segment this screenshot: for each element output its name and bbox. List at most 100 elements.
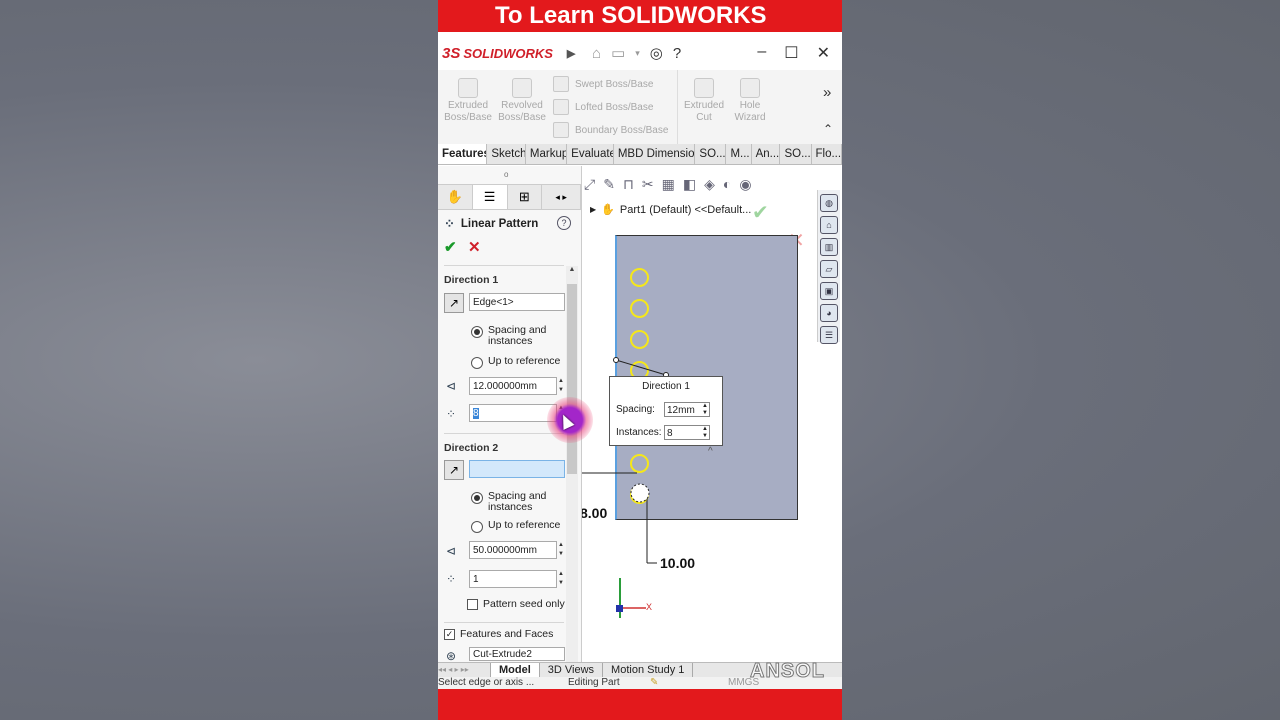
- cancel-button[interactable]: ✕: [468, 238, 481, 256]
- hole-wizard-icon: [740, 78, 760, 98]
- maximize-icon[interactable]: ☐: [784, 43, 798, 63]
- feature-title: ⁘ Linear Pattern: [444, 216, 539, 231]
- tab-3d-views[interactable]: 3D Views: [540, 663, 604, 677]
- watermark-text: ANSOL: [750, 660, 825, 683]
- user-icon[interactable]: ◎: [650, 44, 663, 62]
- graphics-viewport[interactable]: ⤢ ✎ ⊓ ✂ ▦ ◧ ◈ ◐ ◉ ▶ ✋ Part1 (Default) <<…: [582, 166, 842, 662]
- dir1-spacing-radio[interactable]: Spacing and instances: [471, 325, 558, 347]
- tab-so-2[interactable]: SO...: [780, 144, 812, 164]
- extruded-cut-button[interactable]: Extruded Cut: [680, 78, 728, 124]
- manager-tabs: ✋ ☰ ⊞ ◂ ▸: [438, 184, 581, 210]
- view-palette-icon[interactable]: ▣: [820, 282, 838, 300]
- divider: [444, 433, 564, 434]
- callout-instances-input[interactable]: 8 ▲ ▼: [664, 425, 710, 440]
- resources-icon[interactable]: ◍: [820, 194, 838, 212]
- config-manager-tab[interactable]: ⊞: [508, 185, 543, 209]
- lofted-boss-button[interactable]: Lofted Boss/Base: [553, 99, 653, 115]
- help-icon[interactable]: ?: [557, 216, 571, 230]
- tab-features[interactable]: Features: [438, 144, 488, 164]
- callout-collapse-icon[interactable]: ^: [708, 446, 713, 457]
- direction1-header[interactable]: Direction 1: [444, 274, 498, 286]
- callout-title: Direction 1: [642, 381, 690, 392]
- folder-icon[interactable]: ▱: [820, 260, 838, 278]
- dimension-bottom[interactable]: 10.00: [660, 555, 695, 571]
- property-manager-tab[interactable]: ☰: [472, 185, 508, 209]
- help-icon[interactable]: ?: [673, 45, 681, 62]
- dir1-spacing-field[interactable]: 12.000000mm: [469, 377, 557, 395]
- status-message: Select edge or axis ...: [438, 677, 535, 688]
- feature-tree-tab[interactable]: ✋: [438, 185, 473, 209]
- appearances-icon[interactable]: ◕: [820, 304, 838, 322]
- window-controls: – ☐ ✕: [757, 43, 830, 63]
- sweep-icon: [553, 76, 569, 92]
- cut-icon: [694, 78, 714, 98]
- tab-motion-study[interactable]: Motion Study 1: [603, 663, 694, 677]
- tab-markup[interactable]: Markup: [526, 144, 568, 164]
- dir2-instances-spinner[interactable]: ▲ ▼: [557, 570, 565, 588]
- command-tabs: Features Sketch Markup Evaluate MBD Dime…: [438, 144, 842, 165]
- reverse-direction2-icon[interactable]: ↗: [444, 460, 464, 480]
- callout-instances-row: Instances: 8 ▲ ▼: [616, 425, 710, 440]
- dir2-reference-radio[interactable]: Up to reference: [471, 520, 560, 533]
- dir2-instances-field[interactable]: 1: [469, 570, 557, 588]
- menu-arrow-icon[interactable]: ▶: [567, 47, 575, 60]
- features-faces-checkbox[interactable]: ✓ Features and Faces: [444, 628, 553, 640]
- instances-icon: ⁘: [446, 407, 457, 421]
- extrude-icon: [458, 78, 478, 98]
- tab-evaluate[interactable]: Evaluate: [567, 144, 614, 164]
- tab-model[interactable]: Model: [491, 663, 540, 677]
- revolved-boss-button[interactable]: Revolved Boss/Base: [498, 78, 546, 124]
- dir2-spacing-radio[interactable]: Spacing and instances: [471, 491, 558, 513]
- app-frame: To Learn SOLIDWORKS 3S SOLIDWORKS ▶ ⌂ ▭ …: [438, 0, 842, 720]
- tab-scroll-arrows[interactable]: ◂◂ ◂ ▸ ▸▸: [438, 663, 491, 677]
- tab-so-1[interactable]: SO...: [695, 144, 727, 164]
- tab-m[interactable]: M...: [726, 144, 752, 164]
- close-icon[interactable]: ✕: [817, 43, 830, 63]
- tab-nav-arrows[interactable]: ◂ ▸: [542, 185, 581, 209]
- dropdown-icon[interactable]: ▾: [635, 48, 640, 59]
- spacing-icon: ⊲: [446, 379, 457, 393]
- pattern-seed-only-checkbox[interactable]: Pattern seed only: [467, 598, 565, 610]
- swept-boss-button[interactable]: Swept Boss/Base: [553, 76, 653, 92]
- hole-wizard-button[interactable]: Hole Wizard: [728, 78, 772, 124]
- dir1-reference-radio[interactable]: Up to reference: [471, 356, 560, 369]
- extruded-boss-button[interactable]: Extruded Boss/Base: [444, 78, 492, 124]
- tab-sketch[interactable]: Sketch: [487, 144, 526, 164]
- loft-icon: [553, 99, 569, 115]
- custom-properties-icon[interactable]: ☰: [820, 326, 838, 344]
- app-logo: 3S SOLIDWORKS ▶: [438, 44, 575, 62]
- pm-scrollbar[interactable]: ▲: [566, 266, 578, 662]
- tab-an[interactable]: An...: [752, 144, 781, 164]
- direction2-header[interactable]: Direction 2: [444, 442, 498, 454]
- scroll-thumb[interactable]: [567, 284, 577, 474]
- boundary-boss-button[interactable]: Boundary Boss/Base: [553, 122, 668, 138]
- direction2-edge-field[interactable]: [469, 460, 565, 478]
- ok-button[interactable]: ✔: [444, 238, 457, 256]
- dir2-spacing-field[interactable]: 50.000000mm: [469, 541, 557, 559]
- dir1-instances-field[interactable]: 8: [469, 404, 557, 422]
- ds-logo-icon: 3S: [442, 44, 461, 62]
- collapse-ribbon-icon[interactable]: ⌃: [823, 122, 833, 136]
- rebuild-icon[interactable]: ✎: [650, 677, 658, 689]
- spacing2-icon: ⊲: [446, 544, 457, 558]
- ribbon-divider: [677, 70, 678, 144]
- file-explorer-icon[interactable]: ▥: [820, 238, 838, 256]
- design-library-icon[interactable]: ⌂: [820, 216, 838, 234]
- dir2-spacing-spinner[interactable]: ▲ ▼: [557, 541, 565, 559]
- boundary-icon: [553, 122, 569, 138]
- direction1-edge-field[interactable]: Edge<1>: [469, 293, 565, 311]
- ribbon-more-button[interactable]: »: [823, 84, 831, 101]
- revolve-icon: [512, 78, 532, 98]
- dir1-spacing-spinner[interactable]: ▲ ▼: [557, 377, 565, 395]
- callout-spacing-input[interactable]: 12mm ▲ ▼: [664, 402, 710, 417]
- new-document-icon[interactable]: ▭: [611, 44, 625, 62]
- direction1-callout: Direction 1 Spacing: 12mm ▲ ▼ Instances: 8…: [609, 376, 723, 446]
- reverse-direction1-icon[interactable]: ↗: [444, 293, 464, 313]
- dimension-left[interactable]: 8.00: [582, 505, 607, 521]
- minimize-icon[interactable]: –: [757, 43, 766, 63]
- features-list[interactable]: Cut-Extrude2: [469, 647, 565, 661]
- tab-flo[interactable]: Flo...: [812, 144, 842, 164]
- tab-mbd[interactable]: MBD Dimensio...: [614, 144, 696, 164]
- home-icon[interactable]: ⌂: [592, 45, 601, 62]
- panel-grip-icon[interactable]: o: [504, 170, 508, 179]
